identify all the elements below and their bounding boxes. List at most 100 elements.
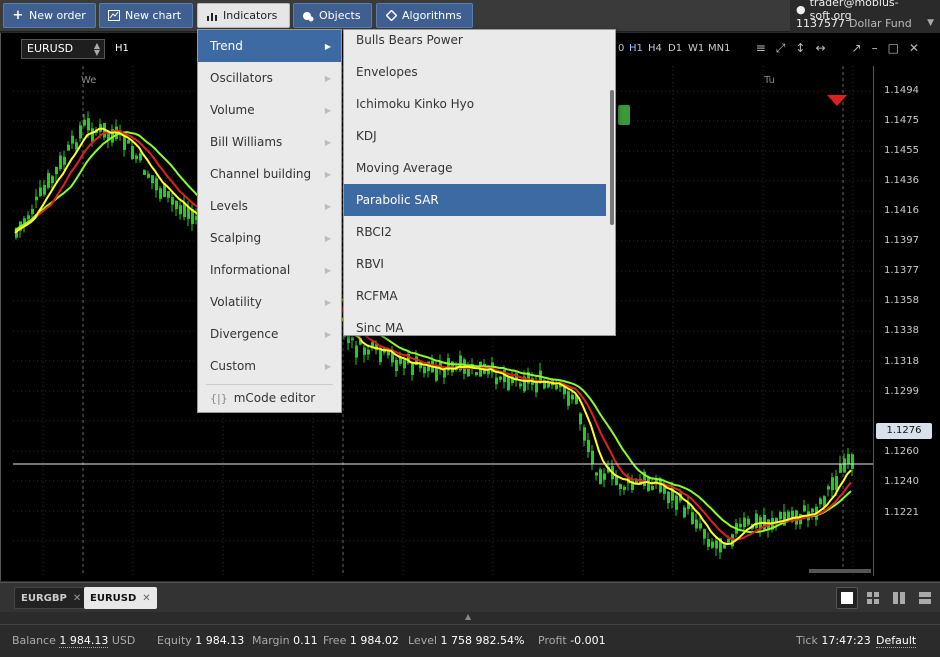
chevron-right-icon: ▶: [324, 169, 331, 179]
trade-marker[interactable]: [618, 105, 630, 125]
timeframe-w1[interactable]: W1: [688, 43, 704, 54]
candle-body: [647, 477, 650, 491]
chevron-right-icon: ▶: [324, 41, 331, 51]
trend-submenu-item[interactable]: Ichimoku Kinko Hyo: [344, 88, 606, 120]
algorithms-button[interactable]: Algorithms: [376, 3, 473, 28]
algorithms-label: Algorithms: [402, 9, 462, 22]
trend-submenu-item[interactable]: RBVI: [344, 248, 606, 280]
margin-value: 0.11: [293, 634, 318, 647]
layout-single-icon[interactable]: [836, 587, 858, 609]
submenu-scrollbar[interactable]: [610, 90, 614, 225]
indicators-menu-item[interactable]: Divergence ▶: [198, 318, 341, 350]
candle-body: [143, 170, 146, 175]
candle-body: [619, 484, 622, 490]
tab-eurusd[interactable]: EURUSD ✕: [84, 587, 157, 609]
indicators-menu-item[interactable]: Custom ▶: [198, 350, 341, 382]
status-bar: Balance 1 984.13 USD Equity 1 984.13 Mar…: [0, 624, 940, 657]
indicators-menu-item[interactable]: Levels ▶: [198, 190, 341, 222]
menu-item-label: Levels: [210, 199, 248, 213]
tab-eurgbp[interactable]: EURGBP ✕: [14, 587, 89, 609]
timeframe-d1[interactable]: D1: [668, 43, 682, 54]
chevron-right-icon: ▶: [324, 297, 331, 307]
trend-submenu-item[interactable]: Bulls Bears Power: [344, 30, 606, 56]
indicators-menu-item[interactable]: Bill Williams ▶: [198, 126, 341, 158]
bars-icon[interactable]: ≡: [756, 41, 766, 56]
timeframe-0[interactable]: 0: [618, 43, 624, 54]
trend-submenu-item[interactable]: RBCI2: [344, 216, 606, 248]
menu-item-label: Volatility: [210, 295, 262, 309]
trend-submenu-item[interactable]: RCFMA: [344, 280, 606, 312]
trend-submenu-item[interactable]: Envelopes: [344, 56, 606, 88]
minimize-icon[interactable]: –: [872, 41, 878, 56]
new-order-label: New order: [29, 9, 86, 22]
level-label: Level: [408, 634, 438, 647]
indicators-menu-item[interactable]: Trend ▶: [198, 30, 341, 62]
balance-value[interactable]: 1 984.13: [59, 634, 109, 648]
timeframe-h1[interactable]: H1: [629, 43, 643, 54]
candle-body: [603, 473, 606, 480]
candle-body: [47, 172, 50, 188]
close-icon[interactable]: ✕: [142, 593, 150, 604]
timeframe-h4[interactable]: H4: [648, 43, 662, 54]
price-tick-label: 1.1240: [884, 476, 919, 487]
horizontal-scrollbar: [809, 569, 871, 573]
price-tick-label: 1.1397: [884, 235, 919, 246]
layout-rows-icon[interactable]: [914, 587, 936, 609]
indicators-menu-item[interactable]: Channel building ▶: [198, 158, 341, 190]
indicators-menu-item[interactable]: Oscillators ▶: [198, 62, 341, 94]
trend-submenu-item[interactable]: KDJ: [344, 120, 606, 152]
close-icon[interactable]: ✕: [909, 41, 919, 56]
account-fund: Dollar Fund: [849, 16, 912, 30]
default-profile-link[interactable]: Default: [876, 634, 917, 648]
candle-body: [39, 187, 42, 196]
horizontal-resize-icon[interactable]: ↔: [815, 41, 825, 56]
tick-value: 17:47:23: [821, 634, 871, 647]
layout-grid-icon[interactable]: [862, 587, 884, 609]
indicators-menu-item[interactable]: Volatility ▶: [198, 286, 341, 318]
diagonal-icon[interactable]: ⤢: [776, 41, 786, 56]
candle-body: [587, 440, 590, 453]
new-chart-label: New chart: [125, 9, 182, 22]
level-value: 1 758 982.54%: [440, 634, 525, 647]
price-tick-label: 1.1475: [884, 115, 919, 126]
layout-columns-icon[interactable]: [888, 587, 910, 609]
candle-body: [827, 486, 830, 490]
candle-body: [755, 513, 758, 529]
trend-submenu-item[interactable]: Sinc MA: [344, 312, 606, 335]
candle-body: [131, 146, 134, 160]
new-order-button[interactable]: + New order: [3, 3, 96, 28]
vertical-resize-icon[interactable]: ↕: [795, 41, 805, 56]
account-number: 1137577: [796, 16, 845, 30]
panel-splitter[interactable]: ▲: [0, 612, 940, 624]
candle-body: [75, 142, 78, 150]
new-chart-button[interactable]: New chart: [99, 3, 193, 28]
popout-icon[interactable]: ↗: [852, 41, 862, 56]
default-label: Default: [876, 634, 917, 648]
candle-body: [727, 539, 730, 543]
indicators-menu-item[interactable]: Scalping ▶: [198, 222, 341, 254]
price-tick-label: 1.1416: [884, 205, 919, 216]
symbol-selector[interactable]: EURUSD ▲ ▼: [21, 39, 105, 59]
candle-body: [135, 155, 138, 160]
trend-submenu-item[interactable]: Moving Average: [344, 152, 606, 184]
candle-body: [699, 523, 702, 529]
candle-body: [355, 345, 358, 358]
trend-submenu-item[interactable]: Parabolic SAR: [344, 184, 606, 216]
alert-flag-icon[interactable]: [827, 95, 847, 106]
candle-body: [155, 178, 158, 191]
price-axis[interactable]: 1.1494 1.1475 1.1455 1.1436 1.1416 1.1397 1.13…: [873, 66, 940, 576]
chevron-down-icon[interactable]: ▼: [927, 18, 934, 28]
indicators-button[interactable]: Indicators: [197, 3, 290, 28]
objects-button[interactable]: Objects: [293, 3, 372, 28]
mcode-editor-item[interactable]: {|} mCode editor: [198, 382, 341, 414]
indicators-menu-item[interactable]: Informational ▶: [198, 254, 341, 286]
menu-item-label: Scalping: [210, 231, 262, 245]
account-panel[interactable]: ● trader@mobius-soft.org 1137577 Dollar Fu…: [790, 0, 940, 32]
timeframe-mn1[interactable]: MN1: [708, 43, 730, 54]
maximize-icon[interactable]: □: [888, 41, 899, 56]
candle-body: [175, 200, 178, 209]
indicators-menu-item[interactable]: Volume ▶: [198, 94, 341, 126]
candle-body: [55, 166, 58, 175]
close-icon[interactable]: ✕: [73, 593, 81, 604]
equity-label: Equity: [157, 634, 192, 647]
